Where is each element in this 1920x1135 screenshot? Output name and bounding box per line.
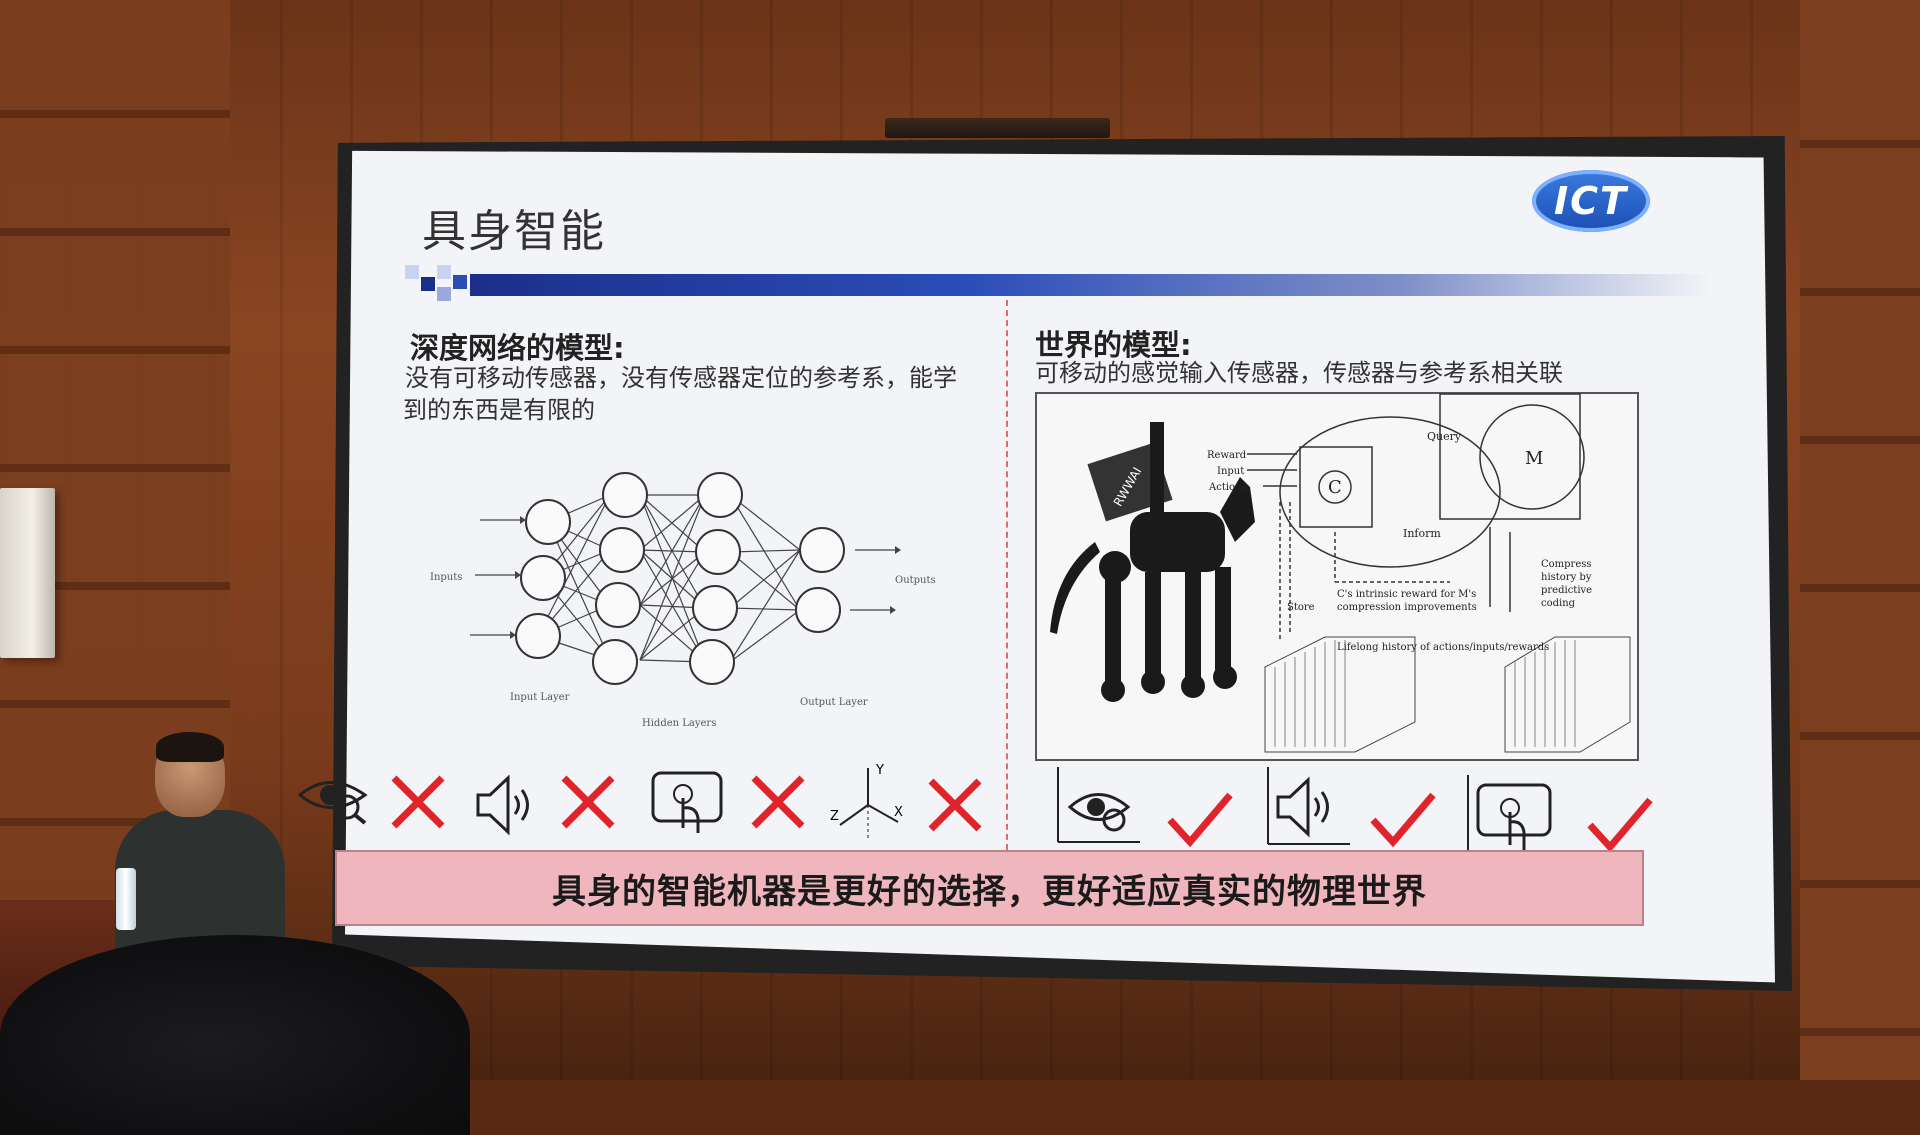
- diagram-intrinsic-2: compression improvements: [1337, 602, 1477, 613]
- conclusion-banner: 具身的智能机器是更好的选择，更好适应真实的物理世界: [335, 850, 1644, 926]
- diagram-compress-4: coding: [1541, 598, 1576, 609]
- axis-x-label: X: [894, 805, 903, 820]
- nn-input-layer-label: Input Layer: [510, 692, 570, 703]
- diagram-compress-1: Compress: [1541, 559, 1592, 570]
- diagram-reward: Reward: [1207, 450, 1247, 461]
- axis-y-label: Y: [875, 763, 884, 778]
- left-desc-line2: 到的东西是有限的: [403, 396, 595, 424]
- diagram-store: Store: [1287, 602, 1315, 613]
- nn-hidden-layers-label: Hidden Layers: [642, 718, 717, 729]
- cross-mark-touch: [751, 775, 805, 829]
- check-mark-eye: [1167, 792, 1233, 848]
- speaker-icon: [476, 774, 529, 836]
- neural-network-diagram: [470, 472, 901, 685]
- touch-icon: [651, 771, 723, 833]
- wall-panel-right: [1800, 0, 1920, 1080]
- left-desc-line1: 没有可移动传感器，没有传感器定位的参考系，能学: [405, 364, 957, 392]
- diagram-compress-3: predictive: [1541, 585, 1592, 596]
- axis-z-label: Z: [830, 809, 839, 824]
- cross-mark-sound: [561, 775, 615, 829]
- diagram-compress-2: history by: [1541, 572, 1592, 583]
- wall-speaker: [0, 488, 55, 658]
- section-divider: [1006, 300, 1008, 850]
- check-mark-sound: [1370, 792, 1436, 848]
- diagram-c: C: [1328, 477, 1342, 498]
- diagram-query: Query: [1427, 430, 1462, 443]
- eye-icon: [297, 781, 368, 825]
- audience-head: [0, 935, 470, 1135]
- left-heading: 深度网络的模型:: [410, 331, 625, 365]
- nn-outputs-label: Outputs: [895, 575, 936, 586]
- world-model-drawing: RWWAI Reward Input Actions Query Inform …: [1050, 393, 1631, 753]
- water-bottle: [116, 868, 136, 930]
- eye-axes-icon: [1057, 767, 1140, 843]
- ceiling-fixture: [885, 118, 1110, 138]
- check-mark-touch: [1587, 797, 1653, 853]
- cross-mark-eye: [391, 775, 445, 829]
- diagram-input: Input: [1217, 466, 1244, 477]
- speaker-axes-icon: [1267, 767, 1350, 845]
- diagram-lifelong: Lifelong history of actions/inputs/rewar…: [1337, 642, 1549, 653]
- diagram-inform: Inform: [1403, 527, 1441, 540]
- ict-logo: ICT: [1532, 170, 1650, 232]
- cross-mark-axes: [928, 778, 982, 832]
- axes-icon: Y Z X: [830, 763, 903, 838]
- diagram-m: M: [1525, 448, 1543, 469]
- diagram-actions: Actions: [1208, 482, 1247, 493]
- title-underline-bar: [470, 274, 1710, 296]
- speaker-person-hair: [156, 732, 224, 762]
- nn-output-layer-label: Output Layer: [800, 697, 868, 708]
- right-desc: 可移动的感觉输入传感器，传感器与参考系相关联: [1035, 359, 1563, 387]
- nn-inputs-label: Inputs: [430, 572, 463, 583]
- diagram-intrinsic-1: C's intrinsic reward for M's: [1337, 589, 1476, 600]
- slide-title: 具身智能: [422, 206, 606, 257]
